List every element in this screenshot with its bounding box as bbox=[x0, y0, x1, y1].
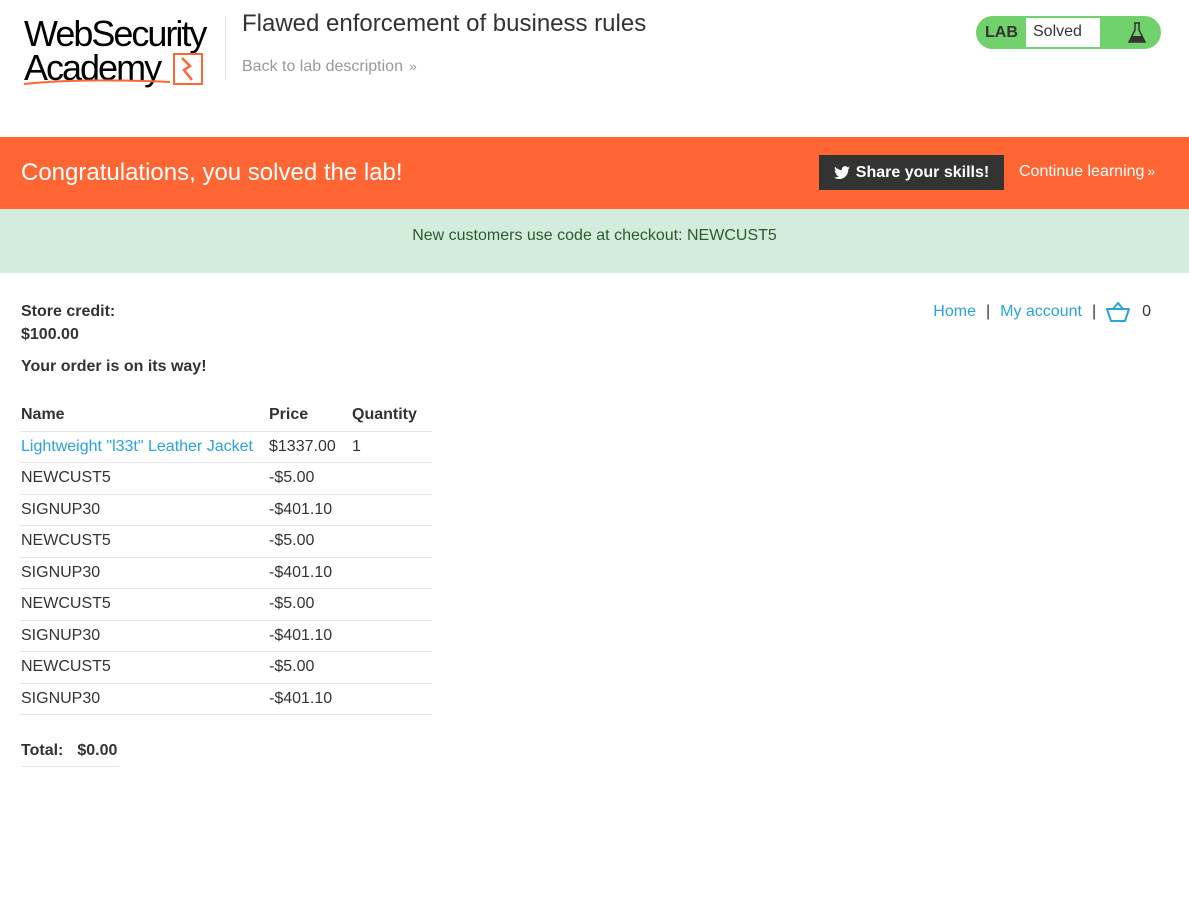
quantity-cell bbox=[351, 620, 432, 652]
quantity-cell: 1 bbox=[351, 431, 432, 463]
coupon-name-cell: SIGNUP30 bbox=[20, 683, 268, 715]
store-credit-value: $100.00 bbox=[21, 326, 79, 343]
flask-icon bbox=[1128, 22, 1146, 43]
price-cell: -$5.00 bbox=[268, 462, 351, 495]
total-label: Total: bbox=[21, 742, 64, 759]
bolt-icon bbox=[173, 53, 203, 85]
quantity-cell bbox=[351, 651, 432, 684]
twitter-icon bbox=[833, 165, 850, 179]
quantity-cell bbox=[351, 683, 432, 715]
price-cell: -$401.10 bbox=[268, 683, 351, 715]
coupon-name-cell: NEWCUST5 bbox=[20, 462, 268, 495]
product-name-cell: Lightweight "l33t" Leather Jacket bbox=[20, 431, 268, 463]
price-cell: -$5.00 bbox=[268, 588, 351, 621]
chevron-double-right-icon: » bbox=[408, 58, 417, 74]
coupon-name-cell: SIGNUP30 bbox=[20, 557, 268, 589]
product-link[interactable]: Lightweight "l33t" Leather Jacket bbox=[21, 438, 253, 455]
table-row: NEWCUST5 -$5.00 bbox=[20, 588, 432, 621]
table-row: NEWCUST5 -$5.00 bbox=[20, 462, 432, 495]
total-value: $0.00 bbox=[77, 742, 118, 759]
quantity-cell bbox=[351, 494, 432, 526]
quantity-cell bbox=[351, 588, 432, 621]
table-row: Lightweight "l33t" Leather Jacket $1337.… bbox=[20, 431, 432, 463]
header-divider bbox=[225, 16, 226, 80]
logo-underline bbox=[23, 79, 171, 85]
cart-icon bbox=[1106, 302, 1131, 322]
table-row: SIGNUP30 -$401.10 bbox=[20, 683, 432, 715]
header: WebSecurity Academy Flawed enforcement o… bbox=[0, 0, 1189, 137]
table-row: NEWCUST5 -$5.00 bbox=[20, 651, 432, 684]
price-cell: -$401.10 bbox=[268, 620, 351, 652]
my-account-link[interactable]: My account bbox=[1000, 303, 1082, 321]
quantity-cell bbox=[351, 557, 432, 589]
price-cell: -$5.00 bbox=[268, 651, 351, 684]
chevron-double-right-icon: » bbox=[1147, 163, 1156, 179]
price-cell: -$401.10 bbox=[268, 557, 351, 589]
lab-title: Flawed enforcement of business rules bbox=[242, 10, 647, 37]
coupon-name-cell: NEWCUST5 bbox=[20, 651, 268, 684]
store-credit-label: Store credit: bbox=[21, 303, 116, 320]
web-security-academy-logo[interactable]: WebSecurity Academy bbox=[22, 14, 224, 90]
column-header-name: Name bbox=[20, 399, 268, 432]
congratulations-message: Congratulations, you solved the lab! bbox=[21, 159, 403, 186]
share-button-label: Share your skills! bbox=[855, 163, 990, 181]
share-skills-button[interactable]: Share your skills! bbox=[819, 155, 1004, 190]
promo-notice: New customers use code at checkout: NEWC… bbox=[0, 209, 1189, 273]
nav-separator: | bbox=[985, 303, 991, 320]
coupon-name-cell: NEWCUST5 bbox=[20, 525, 268, 558]
table-header-row: Name Price Quantity bbox=[20, 399, 432, 432]
coupon-name-cell: SIGNUP30 bbox=[20, 494, 268, 526]
quantity-cell bbox=[351, 462, 432, 495]
table-row: SIGNUP30 -$401.10 bbox=[20, 557, 432, 589]
table-row: SIGNUP30 -$401.10 bbox=[20, 620, 432, 652]
order-total: Total: $0.00 bbox=[21, 736, 119, 767]
cart-count: 0 bbox=[1142, 303, 1151, 320]
coupon-name-cell: SIGNUP30 bbox=[20, 620, 268, 652]
continue-learning-link[interactable]: Continue learning» bbox=[1019, 163, 1155, 181]
order-confirmation-message: Your order is on its way! bbox=[21, 358, 207, 375]
back-link-label: Back to lab description bbox=[242, 58, 403, 75]
top-navigation: Home | My account | 0 bbox=[933, 302, 1151, 322]
back-to-lab-description-link[interactable]: Back to lab description » bbox=[242, 58, 417, 76]
lab-status-widget: LAB Solved bbox=[976, 16, 1161, 49]
lab-status-text: Solved bbox=[1026, 18, 1100, 47]
solved-banner: Congratulations, you solved the lab! Sha… bbox=[0, 137, 1189, 209]
table-row: NEWCUST5 -$5.00 bbox=[20, 525, 432, 558]
nav-separator: | bbox=[1091, 303, 1097, 320]
price-cell: -$401.10 bbox=[268, 494, 351, 526]
lab-badge: LAB bbox=[985, 24, 1018, 41]
table-row: SIGNUP30 -$401.10 bbox=[20, 494, 432, 526]
coupon-name-cell: NEWCUST5 bbox=[20, 588, 268, 621]
continue-learning-label: Continue learning bbox=[1019, 163, 1145, 180]
price-cell: -$5.00 bbox=[268, 525, 351, 558]
order-table: Name Price Quantity Lightweight "l33t" L… bbox=[20, 399, 432, 715]
column-header-price: Price bbox=[268, 399, 351, 432]
cart-link[interactable] bbox=[1106, 302, 1131, 322]
price-cell: $1337.00 bbox=[268, 431, 351, 463]
quantity-cell bbox=[351, 525, 432, 558]
home-link[interactable]: Home bbox=[933, 303, 976, 321]
column-header-quantity: Quantity bbox=[351, 399, 432, 432]
